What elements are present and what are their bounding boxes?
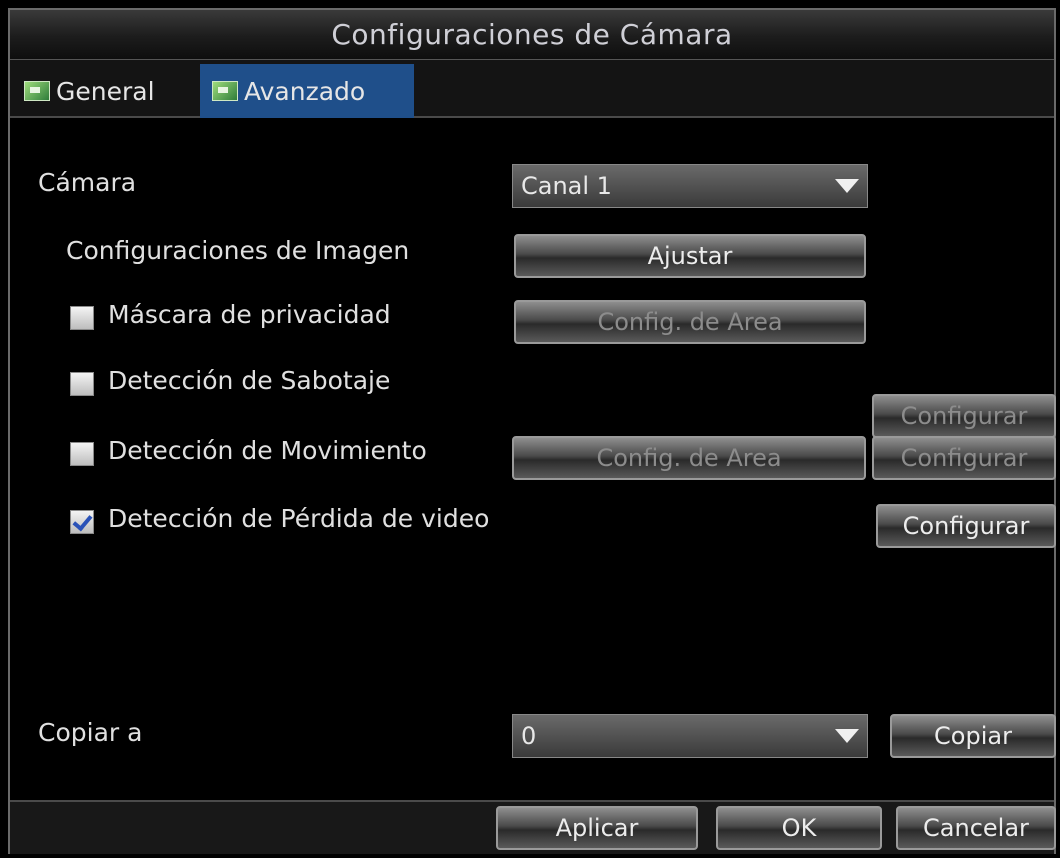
tamper-detection-checkbox[interactable] — [70, 372, 94, 396]
ok-button[interactable]: OK — [716, 806, 882, 850]
picture-icon — [212, 81, 238, 101]
camera-settings-screen: Configuraciones de Cámara General Avanza… — [0, 0, 1060, 858]
camera-label: Cámara — [38, 168, 137, 197]
picture-icon — [24, 81, 50, 101]
video-loss-label: Detección de Pérdida de video — [108, 504, 490, 533]
title-bar: Configuraciones de Cámara — [10, 10, 1054, 60]
copy-to-select-value: 0 — [521, 722, 537, 750]
tamper-detection-label: Detección de Sabotaje — [108, 366, 391, 395]
motion-area-button[interactable]: Config. de Area — [512, 436, 866, 480]
tab-general-label: General — [56, 76, 155, 106]
camera-select-value: Canal 1 — [521, 172, 612, 200]
dialog-title: Configuraciones de Cámara — [331, 18, 733, 51]
video-loss-configure-button[interactable]: Configurar — [876, 504, 1056, 548]
tab-general[interactable]: General — [24, 64, 210, 118]
copy-button[interactable]: Copiar — [890, 714, 1056, 758]
motion-detection-checkbox[interactable] — [70, 442, 94, 466]
tamper-configure-button[interactable]: Configurar — [872, 394, 1056, 438]
tab-advanced[interactable]: Avanzado — [200, 64, 414, 118]
copy-to-label: Copiar a — [38, 718, 143, 747]
tab-advanced-label: Avanzado — [244, 76, 366, 106]
camera-select[interactable]: Canal 1 — [512, 164, 868, 208]
image-settings-label: Configuraciones de Imagen — [66, 236, 410, 265]
adjust-button[interactable]: Ajustar — [514, 234, 866, 278]
chevron-down-icon — [835, 729, 859, 743]
motion-detection-label: Detección de Movimiento — [108, 436, 427, 465]
motion-configure-button[interactable]: Configurar — [872, 436, 1056, 480]
tab-bar: General Avanzado — [10, 60, 1054, 118]
privacy-mask-label: Máscara de privacidad — [108, 300, 391, 329]
privacy-mask-checkbox[interactable] — [70, 306, 94, 330]
privacy-mask-area-button[interactable]: Config. de Area — [514, 300, 866, 344]
chevron-down-icon — [835, 179, 859, 193]
cancel-button[interactable]: Cancelar — [896, 806, 1056, 850]
video-loss-checkbox[interactable] — [70, 510, 94, 534]
apply-button[interactable]: Aplicar — [496, 806, 698, 850]
copy-to-select[interactable]: 0 — [512, 714, 868, 758]
